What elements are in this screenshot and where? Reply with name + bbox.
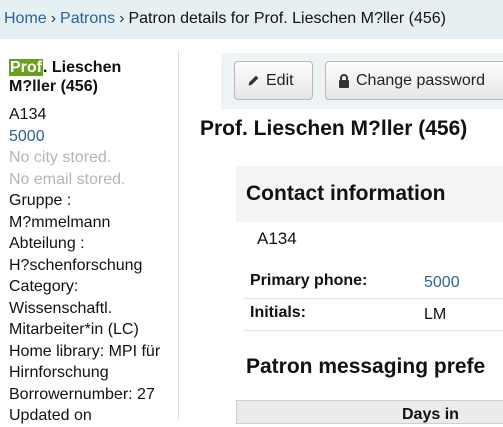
sidebar-home-library-cont: Hirnforschung [9, 364, 109, 381]
sidebar-category-value-cont: Mitarbeiter*in (LC) [9, 321, 139, 338]
search-highlight: Prof [9, 59, 43, 76]
initials-row: Initials: LM [243, 299, 503, 331]
patron-toolbar: Edit Change password [221, 53, 503, 109]
patron-sidebar: Prof. Lieschen M?ller (456) A134 5000 No… [9, 58, 177, 427]
primary-phone-link[interactable]: 5000 [424, 274, 460, 291]
edit-button-label: Edit [266, 71, 294, 89]
primary-phone-label: Primary phone: [250, 272, 368, 289]
page-title: Prof. Lieschen M?ller (456) [200, 117, 468, 140]
patron-name-line2: M?ller (456) [9, 78, 98, 95]
breadcrumb-patrons-link[interactable]: Patrons [60, 10, 115, 27]
sidebar-address: A134 [9, 106, 47, 123]
breadcrumb-separator: › [50, 10, 57, 27]
contact-heading: Contact information [246, 182, 446, 205]
breadcrumb-separator: › [119, 10, 125, 27]
change-password-button[interactable]: Change password [325, 61, 503, 100]
sidebar-phone-link[interactable]: 5000 [9, 128, 45, 145]
messaging-heading: Patron messaging prefe [246, 355, 486, 378]
messaging-table-header: Days in [236, 400, 503, 424]
edit-button[interactable]: Edit [234, 61, 313, 100]
sidebar-department-value: H?schenforschung [9, 256, 143, 274]
initials-value: LM [424, 306, 447, 323]
sidebar-department-label: Abteilung : [9, 235, 85, 252]
contact-address: A134 [257, 229, 297, 248]
sidebar-updated-on: Updated on [9, 407, 92, 424]
sidebar-borrowernumber: Borrowernumber: 27 [9, 385, 155, 403]
sidebar-group-label: Gruppe : [9, 192, 72, 209]
pencil-icon [248, 75, 259, 86]
sidebar-category-value: Wissenschaftl. [9, 299, 113, 317]
primary-phone-row: Primary phone: 5000 [243, 267, 503, 299]
change-password-label: Change password [356, 71, 485, 89]
sidebar-category-label: Category: [9, 278, 79, 295]
breadcrumb-home-link[interactable]: Home [4, 10, 47, 27]
sidebar-home-library: Home library: MPI für [9, 342, 161, 360]
patron-name-rest: . Lieschen [43, 59, 122, 76]
sidebar-group-value: M?mmelmann [9, 213, 111, 231]
sidebar-no-email: No email stored. [9, 170, 126, 188]
initials-label: Initials: [250, 304, 307, 321]
breadcrumb-current: Patron details for Prof. Lieschen M?ller… [128, 10, 446, 27]
days-in-column-header: Days in [402, 406, 459, 423]
breadcrumb: Home › Patrons › Patron details for Prof. Li… [0, 0, 503, 39]
patron-name: Prof. Lieschen M?ller (456) [9, 58, 177, 96]
sidebar-no-city: No city stored. [9, 149, 112, 166]
lock-icon [339, 73, 349, 88]
sidebar-divider [178, 51, 179, 420]
